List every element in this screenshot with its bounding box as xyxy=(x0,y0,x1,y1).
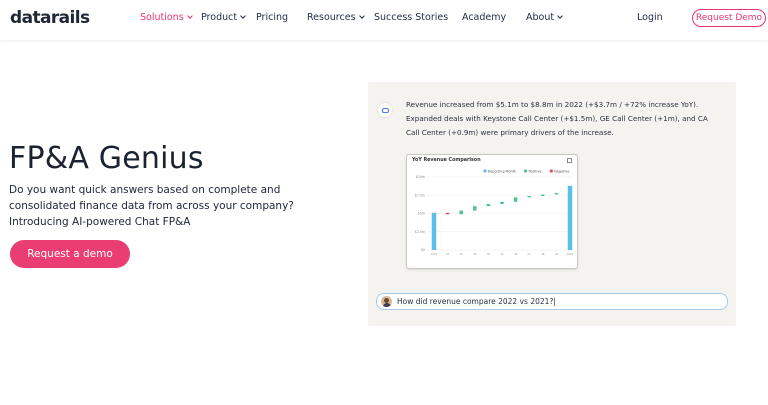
nav-solutions-label: Solutions xyxy=(140,12,184,23)
y-tick-label: $10m xyxy=(416,175,425,179)
answer-line: Expanded deals with Keystone Call Center… xyxy=(406,114,708,123)
waterfall-chart: Reporting Month Positive Negative $10m $7.5m… xyxy=(415,169,574,256)
y-tick-label: $7.5m xyxy=(415,193,425,197)
x-tick-label: d4 xyxy=(487,252,491,256)
nav-academy-label: Academy xyxy=(462,12,507,23)
nav-success-stories-label: Success Stories xyxy=(374,12,449,23)
chat-query-text: How did revenue compare 2022 vs 2021?| xyxy=(397,297,556,306)
x-tick-label: d3 xyxy=(473,252,477,256)
waterfall-bar xyxy=(527,195,531,198)
x-tick-label: d7 xyxy=(528,252,532,256)
x-tick-label: d6 xyxy=(514,252,518,256)
legend-marker xyxy=(523,169,528,173)
legend-marker xyxy=(483,169,487,173)
nav-resources-label: Resources xyxy=(307,12,356,23)
datarails-logo[interactable]: datarails xyxy=(10,8,90,28)
waterfall-bar xyxy=(445,212,450,215)
bot-chat-icon xyxy=(378,103,392,117)
waterfall-bar xyxy=(513,197,518,202)
waterfall-bar xyxy=(500,201,504,205)
chevron-down-icon xyxy=(358,13,365,19)
nav-academy[interactable]: Academy xyxy=(462,12,506,23)
legend-label: Reporting Month xyxy=(488,170,516,174)
y-tick-label: $0 xyxy=(421,248,425,252)
y-tick-label: $5m xyxy=(418,212,425,216)
x-tick-label: d5 xyxy=(500,252,504,256)
x-tick-label: 2022 xyxy=(567,252,574,256)
top-navigation: datarails Solutions Product Pricing Reso… xyxy=(0,0,768,40)
nav-resources[interactable]: Resources xyxy=(307,12,365,23)
waterfall-bar xyxy=(541,194,545,196)
x-tick-label: d8 xyxy=(541,252,545,256)
chat-input[interactable]: How did revenue compare 2022 vs 2021?| xyxy=(376,293,728,310)
request-demo-button[interactable]: Request Demo xyxy=(692,9,766,27)
legend-label: Positive xyxy=(529,170,542,174)
waterfall-bar xyxy=(486,204,491,207)
nav-solutions[interactable]: Solutions xyxy=(140,12,193,23)
nav-pricing-label: Pricing xyxy=(256,12,289,23)
request-a-demo-button[interactable]: Request a demo xyxy=(10,240,130,268)
chevron-down-icon xyxy=(240,13,246,19)
nav-about-label: About xyxy=(526,12,555,23)
x-tick-label: 2021 xyxy=(431,252,438,256)
hero-line: Do you want quick answers based on compl… xyxy=(9,184,281,196)
hero-description: Do you want quick answers based on compl… xyxy=(9,182,299,230)
answer-line: Revenue increased from $5.1m to $8.8m in… xyxy=(406,100,699,109)
nav-success-stories[interactable]: Success Stories xyxy=(374,12,448,23)
hero-line: consolidated finance data from across yo… xyxy=(9,200,294,212)
waterfall-bar xyxy=(431,212,437,250)
hero-title: FP&A Genius xyxy=(9,141,204,176)
y-tick-label: $2.5m xyxy=(415,230,425,234)
answer-line: Call Center (+0.9m) were primary drivers… xyxy=(406,128,614,137)
chat-fpa-panel: Revenue increased from $5.1m to $8.8m in… xyxy=(368,82,736,326)
nav-product[interactable]: Product xyxy=(201,12,246,23)
chevron-down-icon xyxy=(186,13,193,19)
revenue-chart-card: YoY Revenue Comparison Reporting Month Po… xyxy=(406,154,578,269)
ai-answer: Revenue increased from $5.1m to $8.8m in… xyxy=(406,98,726,140)
x-tick-label: d9 xyxy=(555,252,559,256)
login-link[interactable]: Login xyxy=(637,12,663,23)
nav-pricing[interactable]: Pricing xyxy=(256,12,288,23)
waterfall-bar xyxy=(554,193,559,195)
waterfall-bar xyxy=(567,185,573,250)
chevron-down-icon xyxy=(557,13,563,19)
nav-product-label: Product xyxy=(201,12,238,23)
hero-line: Introducing AI-powered Chat FP&A xyxy=(9,216,191,228)
x-tick-label: d2 xyxy=(460,252,464,256)
waterfall-bar xyxy=(459,210,463,215)
x-tick-label: d1 xyxy=(446,252,450,256)
user-avatar xyxy=(381,296,392,307)
legend-marker xyxy=(549,169,553,173)
nav-about[interactable]: About xyxy=(526,12,563,23)
waterfall-bar xyxy=(473,206,477,211)
legend-label: Negative xyxy=(554,170,569,174)
